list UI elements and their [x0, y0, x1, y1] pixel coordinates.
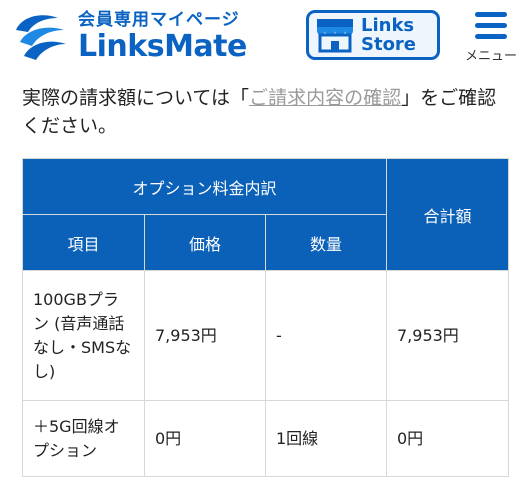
header: 会員専用マイページ LinksMate Links Store メニュー [0, 0, 530, 72]
row-item: ＋5G回線オプション [22, 400, 145, 477]
price-column-header: 価格 [144, 214, 266, 271]
hamburger-icon [462, 12, 520, 39]
logo-title: LinksMate [78, 29, 247, 64]
table-row: 100GBプラン (音声通話なし・SMSなし) 7,953円 - 7,953円 [22, 270, 509, 401]
storefront-icon [317, 19, 353, 53]
option-fee-table: オプション料金内訳 合計額 項目 価格 数量 100GBプラン (音声通話なし・… [22, 158, 509, 477]
row-item: 100GBプラン (音声通話なし・SMSなし) [22, 270, 145, 401]
row-total: 7,953円 [386, 270, 509, 401]
linksmate-logo-icon [16, 15, 66, 60]
total-header: 合計額 [386, 158, 509, 271]
row-total: 0円 [386, 400, 509, 477]
notice-prefix: 実際の請求額については「 [22, 87, 250, 109]
row-price: 0円 [144, 400, 266, 477]
row-quantity: - [265, 270, 387, 401]
option-breakdown-header: オプション料金内訳 [22, 158, 387, 215]
row-price: 7,953円 [144, 270, 266, 401]
menu-label: メニュー [464, 49, 517, 64]
quantity-column-header: 数量 [265, 214, 387, 271]
row-quantity: 1回線 [265, 400, 387, 477]
item-column-header: 項目 [22, 214, 145, 271]
billing-details-link[interactable]: ご請求内容の確認 [249, 87, 401, 109]
linksmate-logo[interactable]: 会員専用マイページ LinksMate [12, 8, 247, 66]
store-label-line2: Store [361, 34, 417, 55]
table-row: ＋5G回線オプション 0円 1回線 0円 [22, 400, 509, 477]
logo-subtitle: 会員専用マイページ [78, 10, 240, 30]
billing-notice: 実際の請求額については「ご請求内容の確認」をご確認ください。 [22, 84, 512, 140]
menu-button[interactable]: メニュー [462, 12, 520, 64]
links-store-button[interactable]: Links Store [306, 10, 440, 60]
store-label-line1: Links [361, 15, 415, 36]
